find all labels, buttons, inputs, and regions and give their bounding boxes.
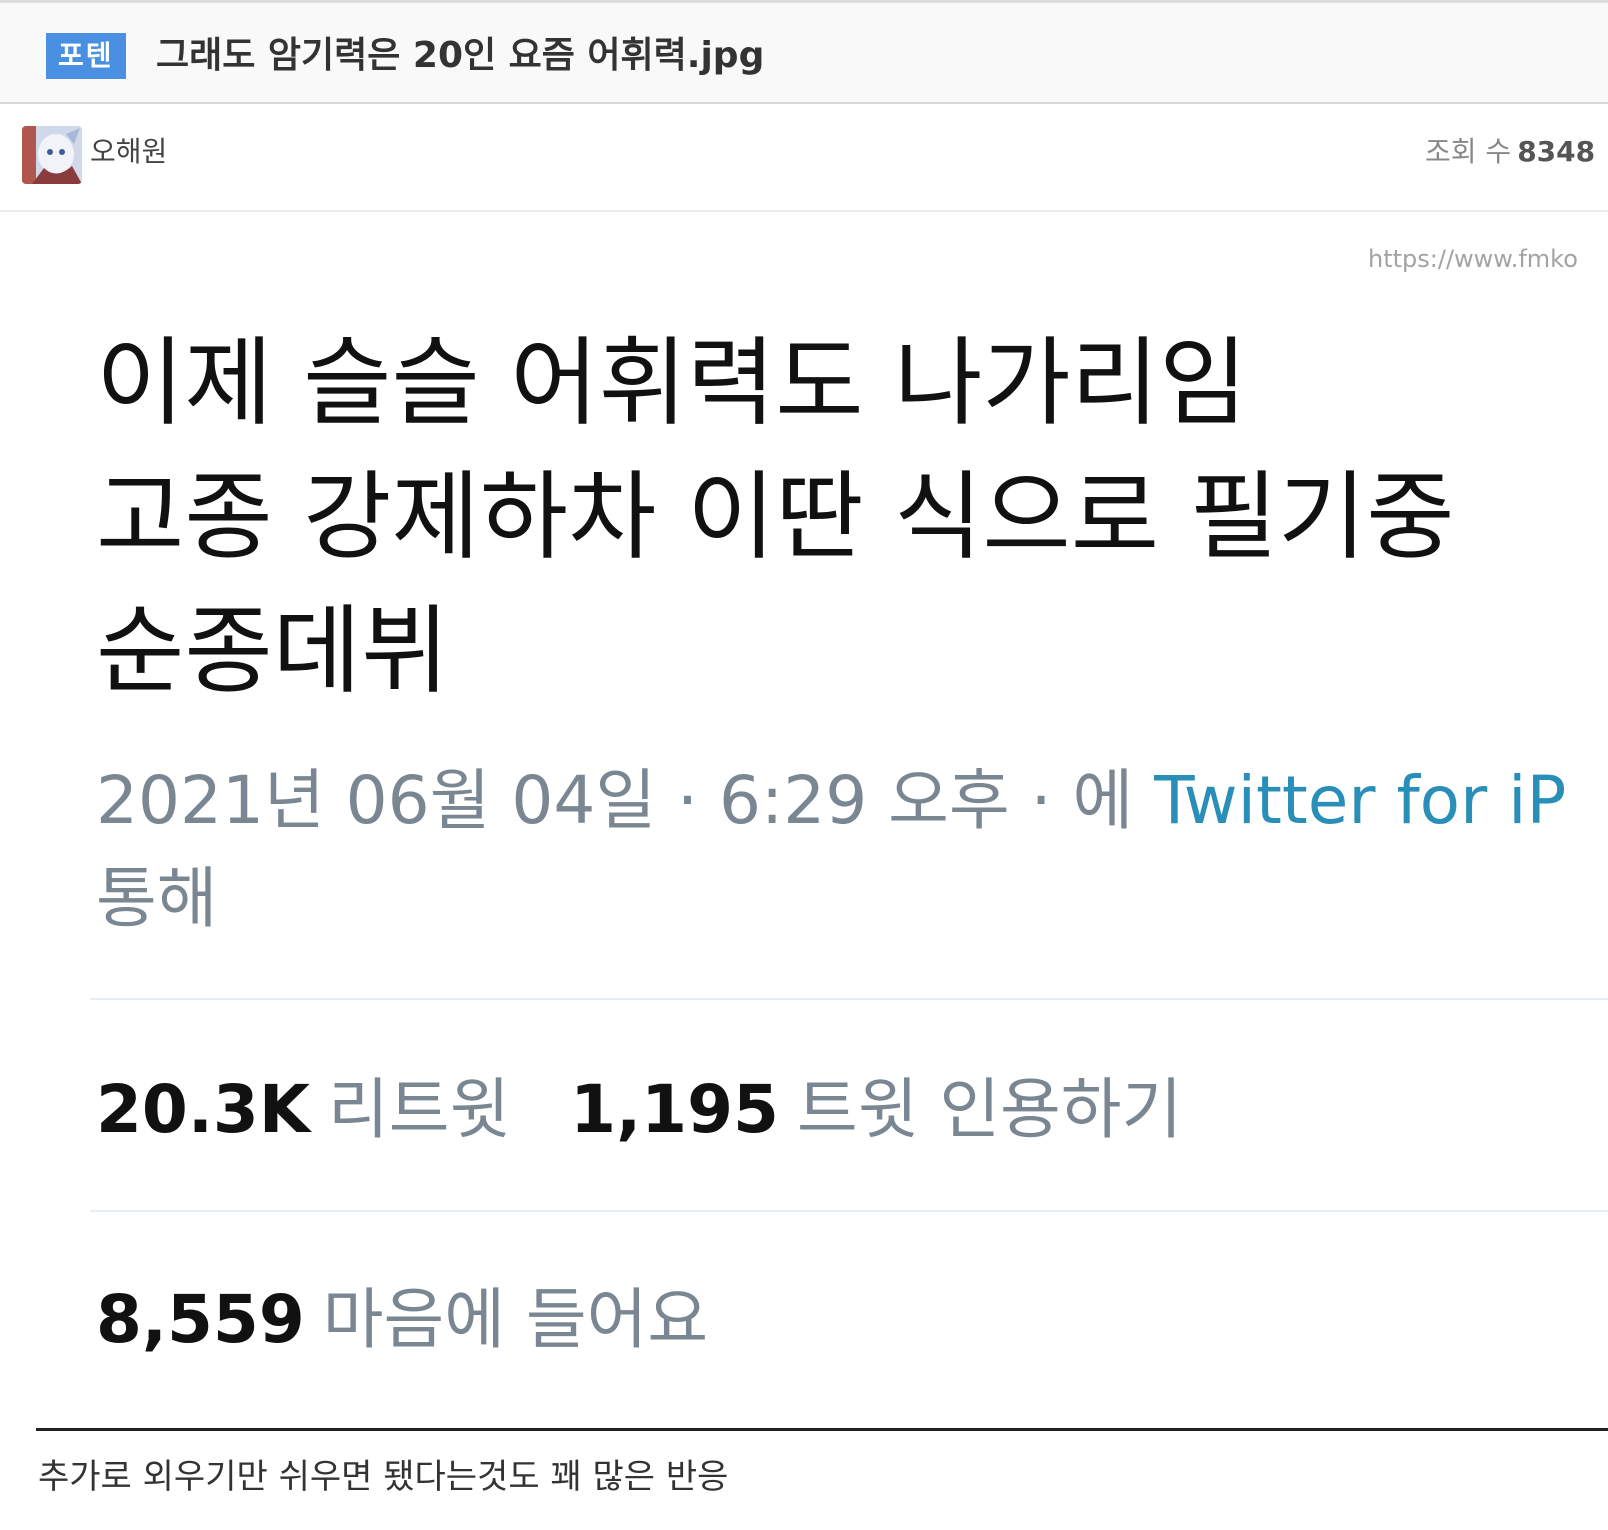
caption-divider [36, 1428, 1608, 1431]
retweets-count: 20.3K [96, 1071, 310, 1148]
post-title[interactable]: 그래도 암기력은 20인 요즘 어휘력.jpg [156, 31, 764, 81]
view-count-value: 8348 [1517, 135, 1596, 168]
stats-divider-top [90, 998, 1608, 1000]
author-row: 오해원 조회 수 8348 [0, 104, 1608, 212]
avatar-image-icon [22, 126, 82, 184]
tweet-meta: 2021년 06월 04일 · 6:29 오후 · 에 Twitter for … [96, 752, 1608, 948]
stats-row-engagement: 20.3K 리트윗 1,195 트윗 인용하기 [96, 1070, 1182, 1150]
stats-row-likes[interactable]: 8,559 마음에 들어요 [96, 1280, 708, 1360]
source-url[interactable]: https://www.fmko [1368, 244, 1578, 274]
tweet-timestamp: 2021년 06월 04일 · 6:29 오후 · 에 [96, 762, 1134, 839]
view-count-label: 조회 수 [1425, 135, 1512, 168]
tweet-meta-suffix: 통해 [96, 860, 218, 937]
author-name[interactable]: 오해원 [90, 132, 167, 172]
tweet-line: 이제 슬슬 어휘력도 나가리임 [96, 327, 1248, 439]
quotes-count: 1,195 [570, 1071, 779, 1148]
category-badge[interactable]: 포텐 [46, 33, 126, 79]
tweet-text: 이제 슬슬 어휘력도 나가리임 고종 강제하차 이딴 식으로 필기중 순종데뷔 [96, 316, 1608, 718]
post-header: 포텐 그래도 암기력은 20인 요즘 어휘력.jpg [0, 0, 1608, 104]
retweets-stat[interactable]: 20.3K 리트윗 [96, 1071, 510, 1148]
likes-label: 마음에 들어요 [322, 1281, 709, 1358]
view-count: 조회 수 8348 [1425, 132, 1595, 172]
stats-divider-middle [90, 1210, 1608, 1212]
tweet-line: 고종 강제하차 이딴 식으로 필기중 [96, 461, 1455, 573]
post-caption: 추가로 외우기만 쉬우면 됐다는것도 꽤 많은 반응 [38, 1457, 729, 1497]
avatar[interactable] [22, 126, 82, 184]
quotes-stat[interactable]: 1,195 트윗 인용하기 [570, 1071, 1182, 1148]
retweets-label: 리트윗 [327, 1071, 511, 1148]
quotes-label: 트윗 인용하기 [796, 1071, 1183, 1148]
twitter-client-link[interactable]: Twitter for iP [1154, 762, 1566, 839]
tweet-line: 순종데뷔 [96, 595, 450, 707]
likes-count: 8,559 [96, 1281, 305, 1358]
